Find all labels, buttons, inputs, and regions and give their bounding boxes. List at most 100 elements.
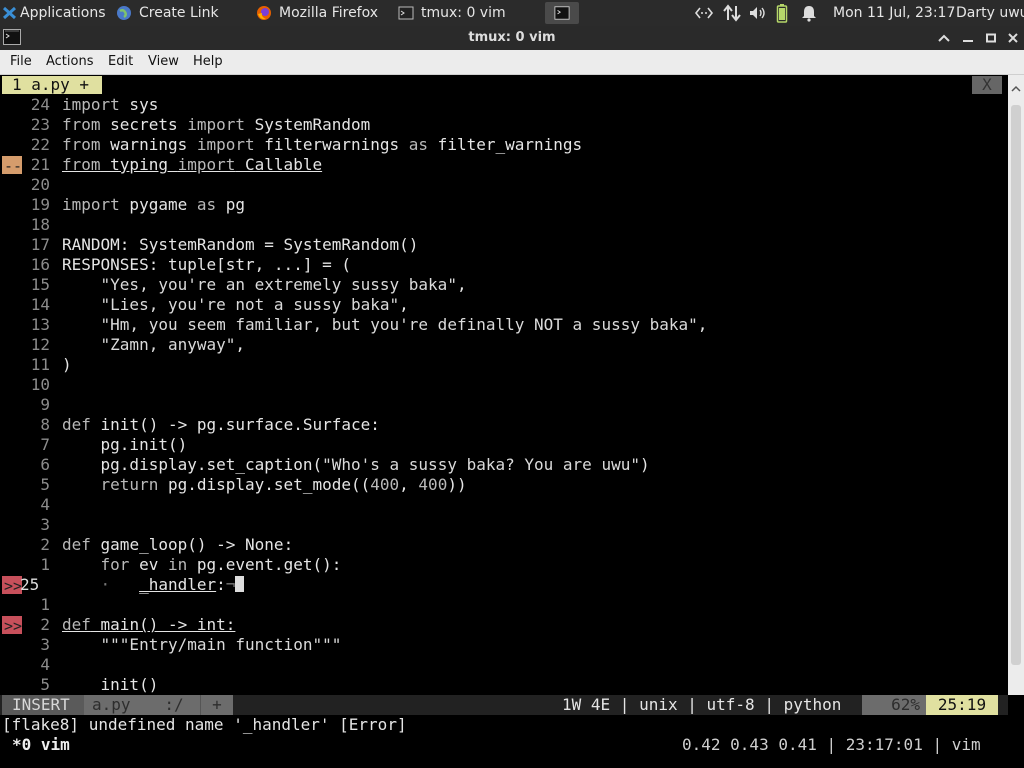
user-menu[interactable]: Darty uwu	[956, 0, 1024, 26]
code-line[interactable]: 1	[0, 595, 1006, 615]
vim-status-separator: :/	[148, 695, 200, 715]
vim-message: [flake8] undefined name '_handler' [Erro…	[2, 715, 407, 734]
network-icon[interactable]	[694, 0, 716, 26]
code-line[interactable]: 11)	[0, 355, 1006, 375]
notification-bell-icon[interactable]	[801, 0, 821, 26]
code-line[interactable]: 2 def game_loop() -> None:	[0, 535, 1006, 555]
code-token: init() -> pg.surface.Surface:	[90, 415, 380, 434]
code-text: · _handler:¬	[62, 575, 245, 595]
code-line[interactable]: >> 2 def main() -> int:	[0, 615, 1006, 635]
line-number: 11	[30, 355, 50, 374]
code-token: ,	[235, 335, 246, 354]
globe-icon	[116, 5, 132, 21]
menu-view[interactable]: View	[148, 54, 179, 69]
window-maximize-up-button[interactable]	[935, 29, 953, 47]
code-line[interactable]: 7 pg.init()	[0, 435, 1006, 455]
taskbar-item-label: Mozilla Firefox	[279, 5, 379, 21]
code-line[interactable]: >> 25 · _handler:¬	[0, 575, 1006, 595]
gutter: 5	[0, 475, 60, 495]
code-line[interactable]: 10	[0, 375, 1006, 395]
code-line[interactable]: 12 "Zamn, anyway",	[0, 335, 1006, 355]
code-line[interactable]: 18	[0, 215, 1006, 235]
menu-file[interactable]: File	[10, 54, 32, 69]
clock[interactable]: Mon 11 Jul, 23:17	[833, 0, 955, 26]
code-line[interactable]: 3 """Entry/main function"""	[0, 635, 1006, 655]
window-minimize-button[interactable]	[959, 29, 977, 47]
terminal-area[interactable]: 1 a.py + X 24 import sys 23 from secrets im…	[0, 75, 1024, 768]
code-line[interactable]: 15 "Yes, you're an extremely sussy baka"…	[0, 275, 1006, 295]
code-token: def	[62, 615, 91, 634]
volume-icon[interactable]	[748, 0, 770, 26]
gutter: 14	[0, 295, 60, 315]
code-line[interactable]: 14 "Lies, you're not a sussy baka",	[0, 295, 1006, 315]
gutter: 1	[0, 595, 60, 615]
gutter: 22	[0, 135, 60, 155]
vim-mode: INSERT	[2, 695, 94, 715]
code-token: pg	[216, 195, 246, 214]
code-line[interactable]: 4	[0, 655, 1006, 675]
taskbar-item-create-link[interactable]: Create Link	[112, 2, 252, 24]
gutter: 24	[0, 95, 60, 115]
battery-icon[interactable]	[776, 0, 794, 26]
code-token: "Who's a sussy baka? You are uwu"	[322, 455, 640, 474]
window-maximize-button[interactable]	[982, 29, 1000, 47]
file-format: unix	[639, 695, 678, 714]
code-line[interactable]: 23 from secrets import SystemRandom	[0, 115, 1006, 135]
menu-help[interactable]: Help	[193, 54, 223, 69]
code-line[interactable]: 1 for ev in pg.event.get():	[0, 555, 1006, 575]
user-label: Darty uwu	[956, 5, 1024, 21]
line-number: 12	[30, 335, 50, 354]
code-token: 400	[418, 475, 448, 494]
diagnostics-count: 1W 4E	[562, 695, 611, 714]
transfer-icon[interactable]	[722, 0, 744, 26]
window-titlebar[interactable]: tmux: 0 vim	[0, 26, 1024, 50]
gutter: 3	[0, 515, 60, 535]
line-number: 4	[40, 495, 50, 514]
firefox-icon	[256, 5, 272, 21]
scrollbar-track[interactable]	[1008, 75, 1024, 695]
line-number: 13	[30, 315, 50, 334]
terminal-icon	[554, 5, 570, 21]
tmux-window-label[interactable]: *0 vim	[12, 735, 70, 755]
code-token: ,	[399, 295, 409, 314]
code-token: warnings	[100, 135, 197, 154]
taskbar-item-tmux[interactable]: tmux: 0 vim	[394, 2, 544, 24]
code-line[interactable]: 22 from warnings import filterwarnings as…	[0, 135, 1006, 155]
code-line[interactable]: 6 pg.display.set_caption("Who's a sussy …	[0, 455, 1006, 475]
code-token: filterwarnings	[254, 135, 409, 154]
window-close-button[interactable]	[1004, 29, 1022, 47]
scrollbar-thumb[interactable]	[1011, 105, 1021, 665]
code-line[interactable]: 8 def init() -> pg.surface.Surface:	[0, 415, 1006, 435]
code-line[interactable]: 9	[0, 395, 1006, 415]
code-line[interactable]: 16 RESPONSES: tuple[str, ...] = (	[0, 255, 1006, 275]
code-line[interactable]: 13 "Hm, you seem familiar, but you're de…	[0, 315, 1006, 335]
code-token: )	[639, 455, 650, 474]
vim-percent: 62%	[862, 695, 926, 715]
code-line[interactable]: 24 import sys	[0, 95, 1006, 115]
taskbar-item-terminal-active[interactable]	[545, 2, 579, 24]
applications-menu-button[interactable]: Applications	[2, 2, 108, 24]
code-line[interactable]: 4	[0, 495, 1006, 515]
code-line[interactable]: 3	[0, 515, 1006, 535]
menu-edit[interactable]: Edit	[108, 54, 133, 69]
code-token: sys	[119, 95, 159, 114]
code-token: pg.init()	[62, 435, 188, 454]
code-line[interactable]: 19 import pygame as pg	[0, 195, 1006, 215]
scroll-up-arrow-icon[interactable]	[1011, 79, 1021, 92]
code-line[interactable]: -- 21 from typing import Callable	[0, 155, 1006, 175]
code-line[interactable]: 5 return pg.display.set_mode((400, 400))	[0, 475, 1006, 495]
code-token: ,	[399, 475, 419, 494]
line-number: 7	[40, 435, 50, 454]
code-token: in	[167, 555, 188, 574]
code-line[interactable]: 17 RANDOM: SystemRandom = SystemRandom()	[0, 235, 1006, 255]
vim-buffer[interactable]: 24 import sys 23 from secrets import System…	[0, 75, 1010, 695]
maximize-icon	[986, 33, 996, 43]
xfce-mouse-icon	[2, 5, 18, 21]
taskbar-item-firefox[interactable]: Mozilla Firefox	[252, 2, 394, 24]
code-line[interactable]: 5 init()	[0, 675, 1006, 695]
menu-actions[interactable]: Actions	[46, 54, 94, 69]
code-line[interactable]: 20	[0, 175, 1006, 195]
